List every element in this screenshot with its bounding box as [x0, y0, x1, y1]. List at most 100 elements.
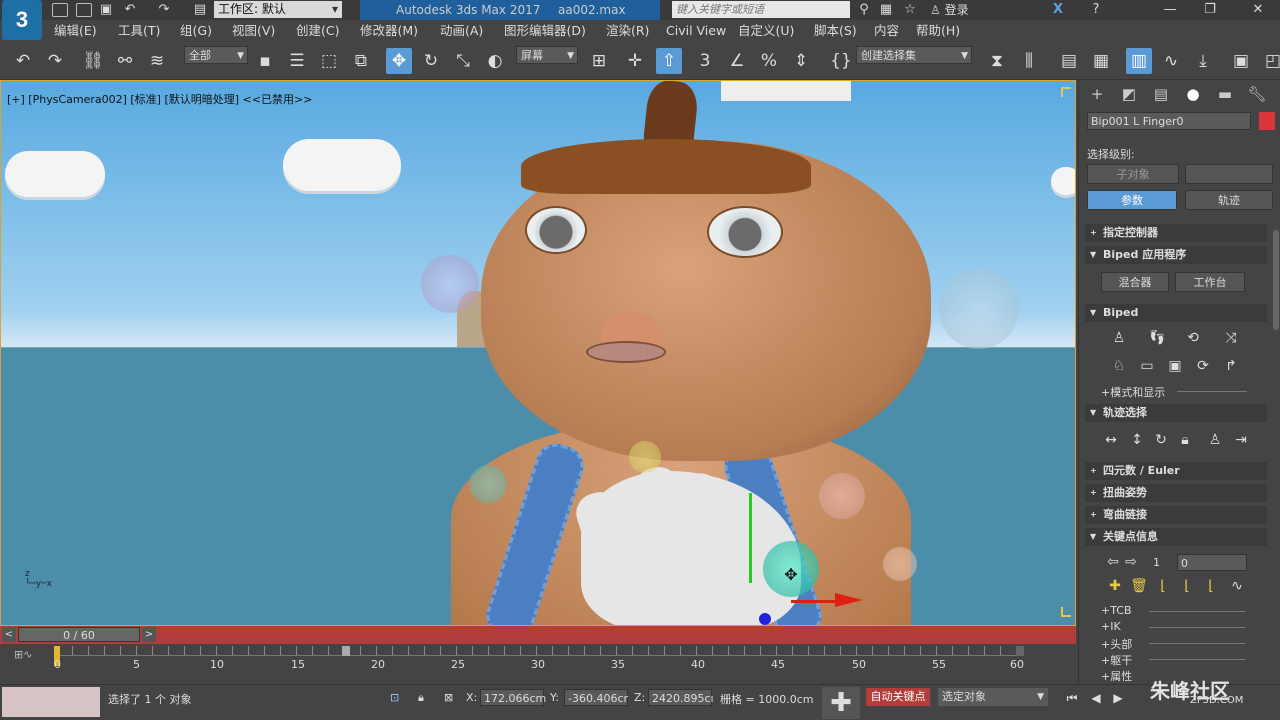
move-gizmo-z-axis[interactable] [759, 613, 771, 625]
menu-animation[interactable]: 动画(A) [440, 22, 483, 40]
search-input[interactable]: 键入关键字或短语 [672, 1, 850, 18]
restore-icon[interactable]: ❐ [1190, 0, 1230, 20]
edit-named-selection-icon[interactable]: {} [828, 48, 854, 74]
footstep-mode-icon[interactable]: 👣︎ [1147, 328, 1167, 348]
select-and-manipulate-icon[interactable]: ✛ [622, 48, 648, 74]
next-frame-icon[interactable]: > [142, 627, 156, 642]
menu-civil-view[interactable]: Civil View [666, 22, 726, 40]
redo-icon[interactable]: ↷ [156, 2, 172, 18]
next-key-arrow-icon[interactable]: ⇨ [1121, 552, 1141, 572]
project-folder-icon[interactable]: ▤ [192, 2, 208, 18]
menu-customize[interactable]: 自定义(U) [738, 22, 794, 40]
motion-tab-icon[interactable]: ● [1181, 84, 1205, 104]
curve-editor-icon[interactable]: ∿ [1158, 48, 1184, 74]
move-all-mode-icon[interactable]: ↱ [1221, 356, 1241, 376]
align-icon[interactable]: ⫼ [1016, 48, 1042, 74]
utilities-tab-icon[interactable]: 🔧︎ [1245, 84, 1269, 104]
opposite-icon[interactable]: ⇥ [1231, 430, 1251, 450]
lock-selection-icon[interactable]: 🔒︎ [418, 691, 424, 705]
bind-space-warp-icon[interactable]: ≋ [144, 48, 170, 74]
create-tab-icon[interactable]: + [1085, 84, 1109, 104]
select-and-move-icon[interactable]: ✥ [386, 48, 412, 74]
play-icon[interactable]: ▶ [1108, 689, 1128, 707]
select-and-place-icon[interactable]: ◐ [482, 48, 508, 74]
menu-modifiers[interactable]: 修改器(M) [360, 22, 418, 40]
app-logo[interactable]: 3 [2, 0, 42, 40]
login-button[interactable]: ♙ 登录 [930, 0, 969, 20]
unlink-icon[interactable]: ⚯ [112, 48, 138, 74]
undo-icon[interactable]: ↶ [122, 2, 138, 18]
props-rollout[interactable]: +属性 [1101, 668, 1132, 684]
named-selection-set-dropdown[interactable]: 创建选择集 ▼ [856, 46, 972, 64]
set-key-icon[interactable]: ✚ [822, 687, 860, 719]
close-icon[interactable]: ✕ [1238, 0, 1278, 20]
head-rollout[interactable]: +头部 [1101, 636, 1132, 652]
rollout-quaternion-euler[interactable]: + 四元数 / Euler [1085, 462, 1267, 480]
go-to-start-icon[interactable]: ⏮ [1062, 689, 1082, 707]
spinner-snap-icon[interactable]: ⇕ [788, 48, 814, 74]
minimize-icon[interactable]: — [1150, 0, 1190, 20]
select-object-icon[interactable]: ▪ [252, 48, 278, 74]
render-setup-icon[interactable]: ◰ [1260, 48, 1280, 74]
save-file-icon[interactable]: ▣ [1165, 356, 1185, 376]
command-panel-scrollbar[interactable] [1273, 230, 1279, 330]
help-icon[interactable]: ? [1088, 2, 1104, 18]
set-free-key-icon[interactable]: ⌊ [1201, 576, 1221, 596]
convert-icon[interactable]: ⟳ [1193, 356, 1213, 376]
load-file-icon[interactable]: ▭ [1137, 356, 1157, 376]
biped-playback-icon[interactable]: ♘ [1109, 356, 1129, 376]
key-filter-dropdown[interactable]: 选定对象 ▼ [938, 688, 1048, 706]
mixer-mode-icon[interactable]: ⤨ [1221, 328, 1241, 348]
menu-create[interactable]: 创建(C) [296, 22, 339, 40]
rollout-twist-poses[interactable]: + 扭曲姿势 [1085, 484, 1267, 502]
window-crossing-icon[interactable]: ⧉ [348, 48, 374, 74]
set-key-icon[interactable]: ✚ [1105, 576, 1125, 596]
delete-key-icon[interactable]: 🗑︎ [1129, 576, 1149, 596]
menu-views[interactable]: 视图(V) [232, 22, 275, 40]
keyboard-shortcut-override-icon[interactable]: ⇧ [656, 48, 682, 74]
rollout-biped-apps[interactable]: ▼ Biped 应用程序 [1085, 246, 1267, 264]
percent-snap-icon[interactable]: % [756, 48, 782, 74]
x-coord-field[interactable]: 172.066cm [480, 689, 546, 706]
ik-rollout[interactable]: +IK [1101, 620, 1121, 633]
perspective-viewport[interactable]: ✥ z └─y─x [+] [PhysCamera002] [标准] [默认明暗处… [0, 80, 1076, 626]
menu-group[interactable]: 组(G) [180, 22, 212, 40]
rollout-assign-controller[interactable]: + 指定控制器 [1085, 224, 1267, 242]
body-vertical-icon[interactable]: ↕ [1127, 430, 1147, 450]
pivot-center-icon[interactable]: ⊞ [586, 48, 612, 74]
selection-filter-dropdown[interactable]: 全部 ▼ [184, 46, 248, 64]
material-editor-icon[interactable]: ▣ [1228, 48, 1254, 74]
autodesk-exchange-icon[interactable]: X [1050, 2, 1066, 18]
favorites-star-icon[interactable]: ☆ [902, 2, 918, 18]
link-icon[interactable]: ⛓ [80, 48, 106, 74]
angle-snap-icon[interactable]: ∠ [724, 48, 750, 74]
sub-object-dropdown[interactable] [1185, 164, 1273, 184]
maxscript-listener[interactable] [2, 687, 100, 717]
menu-rendering[interactable]: 渲染(R) [606, 22, 649, 40]
rollout-track-selection[interactable]: ▼ 轨迹选择 [1085, 404, 1267, 422]
trajectories-button[interactable]: 轨迹 [1185, 190, 1273, 210]
mixer-button[interactable]: 混合器 [1101, 272, 1169, 292]
key-time-spinner[interactable]: 0 [1177, 554, 1247, 571]
menu-edit[interactable]: 编辑(E) [54, 22, 97, 40]
subscription-icon[interactable]: ▦ [878, 2, 894, 18]
tcb-rollout[interactable]: +TCB [1101, 604, 1132, 617]
symmetrical-icon[interactable]: ♙ [1205, 430, 1225, 450]
y-coord-field[interactable]: -360.406cr [564, 689, 628, 706]
undo-icon[interactable]: ↶ [10, 48, 36, 74]
menu-content[interactable]: 内容 [874, 22, 899, 40]
mirror-icon[interactable]: ⧗ [984, 48, 1010, 74]
body-rotation-icon[interactable]: ↻ [1151, 430, 1171, 450]
body-rollout[interactable]: +躯干 [1101, 652, 1132, 668]
schematic-view-icon[interactable]: ⤓ [1190, 48, 1216, 74]
rectangular-selection-icon[interactable]: ⬚ [316, 48, 342, 74]
move-gizmo-y-axis[interactable] [749, 493, 752, 583]
track-bar[interactable]: ⊞∿ 0 5 10 15 20 25 30 35 40 45 50 55 60 [0, 644, 1076, 684]
select-by-name-icon[interactable]: ☰ [284, 48, 310, 74]
object-name-field[interactable]: Bip001 L Finger0 [1087, 112, 1251, 130]
auto-key-button[interactable]: 自动关键点 [866, 688, 930, 706]
rollout-key-info[interactable]: ▼ 关键点信息 [1085, 528, 1267, 546]
figure-mode-icon[interactable]: ♙ [1109, 328, 1129, 348]
curve-editor-mini-icon[interactable]: ⊞∿ [14, 648, 32, 661]
z-coord-field[interactable]: 2420.895cı [648, 689, 714, 706]
